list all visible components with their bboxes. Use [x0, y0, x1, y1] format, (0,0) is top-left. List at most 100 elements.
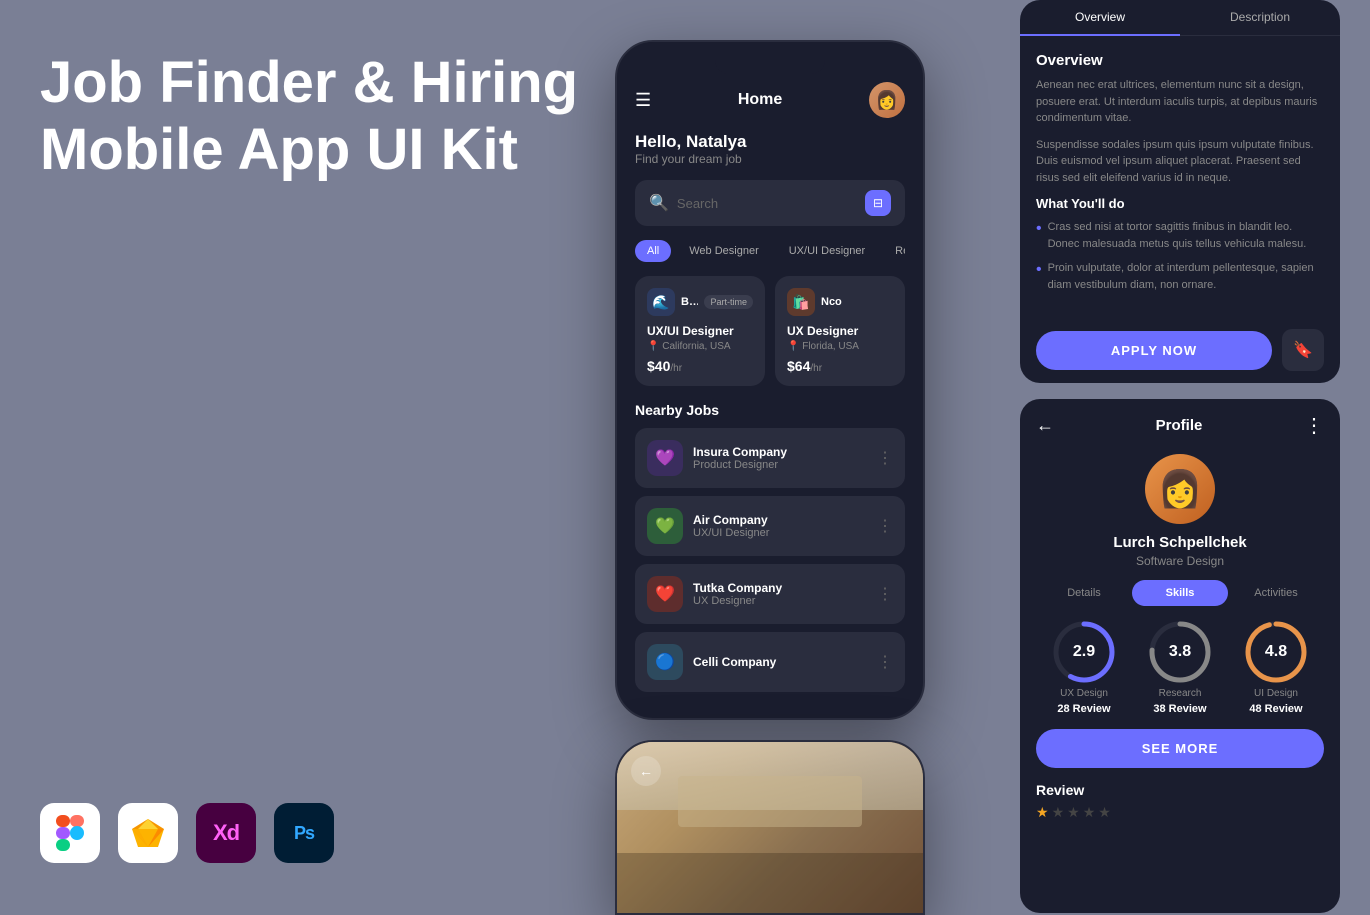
celli-menu[interactable]: ⋮ — [877, 652, 893, 672]
profile-more-button[interactable]: ⋮ — [1304, 413, 1324, 438]
sketch-icon — [118, 803, 178, 863]
ux-review: 28 Review — [1057, 703, 1110, 715]
bullet-1: • Cras sed nisi at tortor sagittis finib… — [1036, 219, 1324, 252]
user-avatar[interactable]: 👩 — [869, 82, 905, 118]
xd-icon: Xd — [196, 803, 256, 863]
ux-label: UX Design — [1060, 688, 1108, 699]
bookmark-button[interactable]: 🔖 — [1282, 329, 1324, 371]
phone-header: ☰ Home 👩 — [635, 82, 905, 118]
ux-design-ring: 2.9 — [1052, 620, 1116, 684]
see-more-button[interactable]: SEE MORE — [1036, 729, 1324, 768]
star-5: ★ — [1098, 804, 1111, 821]
air-menu[interactable]: ⋮ — [877, 516, 893, 536]
star-1: ★ — [1036, 804, 1049, 821]
filter-tab-web[interactable]: Web Designer — [677, 240, 771, 262]
celli-logo: 🔵 — [647, 644, 683, 680]
profile-avatar-section: 👩 Lurch Schpellchek Software Design — [1020, 438, 1340, 580]
bullet-text-1: Cras sed nisi at tortor sagittis finibus… — [1048, 219, 1324, 252]
profile-card: ← Profile ⋮ 👩 Lurch Schpellchek Software… — [1020, 399, 1340, 913]
company-logo-1: 🌊 — [647, 288, 675, 316]
main-title: Job Finder & Hiring Mobile App UI Kit — [40, 50, 590, 183]
figma-icon — [40, 803, 100, 863]
tab-skills[interactable]: Skills — [1132, 580, 1228, 606]
air-logo: 💚 — [647, 508, 683, 544]
nearby-item-4[interactable]: 🔵 Celli Company ⋮ — [635, 632, 905, 692]
search-bar[interactable]: 🔍 Search ⊟ — [635, 180, 905, 226]
office-back-button[interactable]: ← — [631, 756, 661, 786]
phone-home: ☰ Home 👩 Hello, Natalya Find your dream … — [615, 40, 925, 720]
hamburger-icon[interactable]: ☰ — [635, 90, 651, 111]
research-review: 38 Review — [1153, 703, 1206, 715]
company-logo-2: 🛍️ — [787, 288, 815, 316]
tutka-role: UX Designer — [693, 595, 867, 607]
overview-title: Overview — [1036, 52, 1324, 69]
job-salary-2: $64/hr — [787, 358, 893, 374]
skills-row: 2.9 UX Design 28 Review 3.8 Research — [1036, 620, 1324, 715]
ps-icon: Ps — [274, 803, 334, 863]
job-location-2: 📍 Florida, USA — [787, 341, 893, 352]
company-name-2: Nco — [821, 296, 893, 308]
skill-ux-design: 2.9 UX Design 28 Review — [1052, 620, 1116, 715]
tool-icons: Xd Ps — [40, 803, 334, 863]
review-title: Review — [1036, 782, 1324, 798]
tab-overview[interactable]: Overview — [1020, 0, 1180, 36]
bullet-dot-1: • — [1036, 219, 1042, 252]
bullet-dot-2: • — [1036, 260, 1042, 293]
insura-menu[interactable]: ⋮ — [877, 448, 893, 468]
apply-now-button[interactable]: APPLY NOW — [1036, 331, 1272, 370]
filter-tab-uxui[interactable]: UX/UI Designer — [777, 240, 877, 262]
tab-details[interactable]: Details — [1036, 580, 1132, 606]
tutka-menu[interactable]: ⋮ — [877, 584, 893, 604]
research-value: 3.8 — [1169, 643, 1191, 661]
insura-logo: 💜 — [647, 440, 683, 476]
nearby-item-3[interactable]: ❤️ Tutka Company UX Designer ⋮ — [635, 564, 905, 624]
profile-header: ← Profile ⋮ — [1020, 399, 1340, 438]
nearby-title: Nearby Jobs — [635, 402, 905, 418]
tutka-logo: ❤️ — [647, 576, 683, 612]
review-section: Review ★ ★ ★ ★ ★ — [1020, 782, 1340, 821]
profile-name: Lurch Schpellchek — [1113, 534, 1246, 551]
ui-review: 48 Review — [1249, 703, 1302, 715]
phone-office: ← — [615, 740, 925, 915]
phone-content: ☰ Home 👩 Hello, Natalya Find your dream … — [617, 74, 923, 692]
greeting: Hello, Natalya Find your dream job — [635, 132, 905, 166]
nearby-item-2[interactable]: 💚 Air Company UX/UI Designer ⋮ — [635, 496, 905, 556]
profile-avatar: 👩 — [1145, 454, 1215, 524]
detail-body: Overview Aenean nec erat ultrices, eleme… — [1020, 36, 1340, 317]
greeting-subtitle: Find your dream job — [635, 152, 905, 166]
profile-role: Software Design — [1136, 554, 1224, 568]
tab-activities[interactable]: Activities — [1228, 580, 1324, 606]
tab-description[interactable]: Description — [1180, 0, 1340, 35]
insura-company: Insura Company — [693, 445, 867, 459]
filter-tab-all[interactable]: All — [635, 240, 671, 262]
right-panel: Overview Description Overview Aenean nec… — [1020, 0, 1340, 913]
insura-role: Product Designer — [693, 459, 867, 471]
job-card-2[interactable]: 🛍️ Nco UX Designer 📍 Florida, USA $64/hr — [775, 276, 905, 386]
ui-design-ring: 4.8 — [1244, 620, 1308, 684]
air-company: Air Company — [693, 513, 867, 527]
what-title: What You'll do — [1036, 196, 1324, 211]
phone-notch — [715, 52, 825, 74]
air-role: UX/UI Designer — [693, 527, 867, 539]
filter-tabs: All Web Designer UX/UI Designer Recomm. — [635, 240, 905, 262]
star-2: ★ — [1052, 804, 1065, 821]
home-screen-title: Home — [738, 91, 782, 109]
ui-value: 4.8 — [1265, 643, 1287, 661]
detail-card: Overview Description Overview Aenean nec… — [1020, 0, 1340, 383]
research-ring: 3.8 — [1148, 620, 1212, 684]
profile-tabs: Details Skills Activities — [1020, 580, 1340, 606]
star-4: ★ — [1083, 804, 1096, 821]
overview-para1: Aenean nec erat ultrices, elementum nunc… — [1036, 77, 1324, 127]
filter-tab-recommended[interactable]: Recomm. — [883, 240, 905, 262]
filter-button[interactable]: ⊟ — [865, 190, 891, 216]
nearby-item-1[interactable]: 💜 Insura Company Product Designer ⋮ — [635, 428, 905, 488]
office-image — [617, 742, 923, 913]
job-card-1[interactable]: 🌊 Bay Comp. Part-time UX/UI Designer 📍 C… — [635, 276, 765, 386]
greeting-name: Hello, Natalya — [635, 132, 905, 152]
star-3: ★ — [1067, 804, 1080, 821]
bullet-2: • Proin vulputate, dolor at interdum pel… — [1036, 260, 1324, 293]
bullet-text-2: Proin vulputate, dolor at interdum pelle… — [1048, 260, 1324, 293]
research-label: Research — [1159, 688, 1202, 699]
company-name-1: Bay Comp. — [681, 296, 698, 308]
profile-back-button[interactable]: ← — [1036, 415, 1054, 436]
